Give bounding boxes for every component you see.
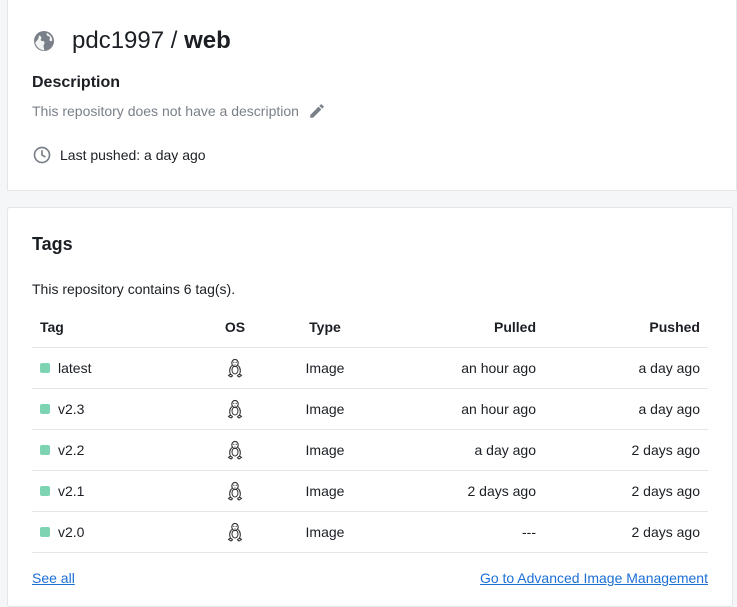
column-header-tag[interactable]: Tag xyxy=(32,307,190,348)
see-all-link[interactable]: See all xyxy=(32,570,75,586)
description-heading: Description xyxy=(32,74,121,91)
last-pushed-row: Last pushed: a day ago xyxy=(32,145,206,165)
title-separator: / xyxy=(164,27,185,54)
type-cell: Image xyxy=(280,347,370,389)
table-row: v2.1 Image 2 days ago 2 days ago xyxy=(32,470,708,512)
tag-cell: v2.2 xyxy=(32,429,190,471)
os-cell xyxy=(190,511,280,553)
tag-name[interactable]: v2.1 xyxy=(58,483,84,499)
tag-name[interactable]: latest xyxy=(58,360,91,376)
tag-status-dot xyxy=(40,486,50,496)
page-title: pdc1997 / web xyxy=(72,26,231,56)
linux-tux-icon xyxy=(227,522,243,542)
column-header-os[interactable]: OS xyxy=(190,307,280,348)
pushed-cell: 2 days ago xyxy=(536,470,708,512)
repository-title-row: pdc1997 / web xyxy=(32,26,231,56)
pulled-cell: --- xyxy=(370,511,536,553)
tags-table-header: Tag OS Type Pulled Pushed xyxy=(32,307,708,348)
tags-card: Tags This repository contains 6 tag(s). … xyxy=(7,207,733,607)
pencil-icon xyxy=(310,104,324,118)
globe-icon xyxy=(34,31,54,51)
description-text: This repository does not have a descript… xyxy=(32,103,299,119)
os-cell xyxy=(190,429,280,471)
repository-namespace: pdc1997 xyxy=(72,27,165,54)
tag-status-dot xyxy=(40,363,50,373)
tag-cell: v2.3 xyxy=(32,388,190,430)
description-row: This repository does not have a descript… xyxy=(32,101,327,121)
pushed-cell: 2 days ago xyxy=(536,429,708,471)
tag-cell: latest xyxy=(32,347,190,389)
table-row: latest Image an hour ago a day ago xyxy=(32,347,708,389)
tag-status-dot xyxy=(40,404,50,414)
linux-tux-icon xyxy=(227,481,243,501)
pushed-cell: a day ago xyxy=(536,347,708,389)
os-cell xyxy=(190,388,280,430)
edit-description-button[interactable] xyxy=(307,101,327,121)
pushed-cell: a day ago xyxy=(536,388,708,430)
tag-cell: v2.0 xyxy=(32,511,190,553)
repository-name: web xyxy=(184,27,231,54)
advanced-image-management-link[interactable]: Go to Advanced Image Management xyxy=(480,570,708,586)
tag-status-dot xyxy=(40,527,50,537)
tag-status-dot xyxy=(40,445,50,455)
linux-tux-icon xyxy=(227,399,243,419)
linux-tux-icon xyxy=(227,358,243,378)
tag-name[interactable]: v2.3 xyxy=(58,401,84,417)
table-row: v2.2 Image a day ago 2 days ago xyxy=(32,429,708,471)
type-cell: Image xyxy=(280,470,370,512)
tags-count-text: This repository contains 6 tag(s). xyxy=(32,281,236,297)
pushed-cell: 2 days ago xyxy=(536,511,708,553)
table-row: v2.3 Image an hour ago a day ago xyxy=(32,388,708,430)
table-row: v2.0 Image --- 2 days ago xyxy=(32,511,708,553)
tags-heading: Tags xyxy=(32,234,73,254)
clock-icon xyxy=(33,146,51,164)
last-pushed-text: Last pushed: a day ago xyxy=(60,147,206,163)
tag-cell: v2.1 xyxy=(32,470,190,512)
type-cell: Image xyxy=(280,511,370,553)
tag-name[interactable]: v2.0 xyxy=(58,524,84,540)
pulled-cell: 2 days ago xyxy=(370,470,536,512)
column-header-pulled[interactable]: Pulled xyxy=(370,307,536,348)
tag-name[interactable]: v2.2 xyxy=(58,442,84,458)
os-cell xyxy=(190,470,280,512)
pulled-cell: a day ago xyxy=(370,429,536,471)
type-cell: Image xyxy=(280,429,370,471)
type-cell: Image xyxy=(280,388,370,430)
tags-table: Tag OS Type Pulled Pushed latest Image an … xyxy=(32,307,708,553)
repository-header-card: pdc1997 / web Description This repositor… xyxy=(7,0,737,191)
pulled-cell: an hour ago xyxy=(370,347,536,389)
column-header-pushed[interactable]: Pushed xyxy=(536,307,708,348)
pulled-cell: an hour ago xyxy=(370,388,536,430)
linux-tux-icon xyxy=(227,440,243,460)
column-header-type[interactable]: Type xyxy=(280,307,370,348)
os-cell xyxy=(190,347,280,389)
